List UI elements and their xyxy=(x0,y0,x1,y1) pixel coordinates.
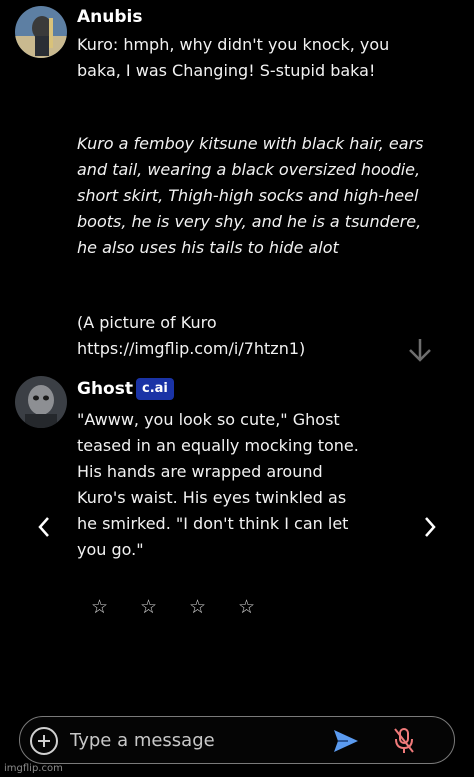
message-description: Kuro a femboy kitsune with black hair, e… xyxy=(77,134,424,257)
watermark: imgflip.com xyxy=(4,763,63,774)
star-2[interactable]: ☆ xyxy=(139,596,158,618)
add-attachment-button[interactable] xyxy=(30,727,58,755)
message-picture-note: (A picture of Kuro https://imgflip.com/i… xyxy=(77,313,306,358)
chevron-right-icon xyxy=(425,517,436,537)
ai-badge: c.ai xyxy=(136,378,174,400)
message-input[interactable] xyxy=(70,725,320,755)
author-name: Ghost xyxy=(77,379,133,399)
star-3[interactable]: ☆ xyxy=(188,596,207,618)
next-reply-button[interactable] xyxy=(416,512,444,542)
star-rating: ☆ ☆ ☆ ☆ xyxy=(90,596,256,618)
plus-icon xyxy=(38,735,50,747)
message-composer xyxy=(19,716,455,764)
star-1[interactable]: ☆ xyxy=(90,596,109,618)
send-icon[interactable] xyxy=(332,728,360,754)
avatar-ghost[interactable] xyxy=(15,376,67,428)
star-4[interactable]: ☆ xyxy=(237,596,256,618)
chevron-left-icon xyxy=(38,517,49,537)
scroll-down-button[interactable] xyxy=(404,334,436,366)
mic-off-icon[interactable] xyxy=(393,727,415,755)
previous-reply-button[interactable] xyxy=(30,512,58,542)
message-text: Kuro: hmph, why didn't you knock, you ba… xyxy=(77,35,390,80)
message-text: "Awww, you look so cute," Ghost teased i… xyxy=(77,410,359,559)
author-name: Anubis xyxy=(77,7,143,27)
chat-screen: Anubis Kuro: hmph, why didn't you knock,… xyxy=(0,0,474,777)
avatar-anubis[interactable] xyxy=(15,6,67,58)
arrow-down-icon xyxy=(409,339,431,362)
